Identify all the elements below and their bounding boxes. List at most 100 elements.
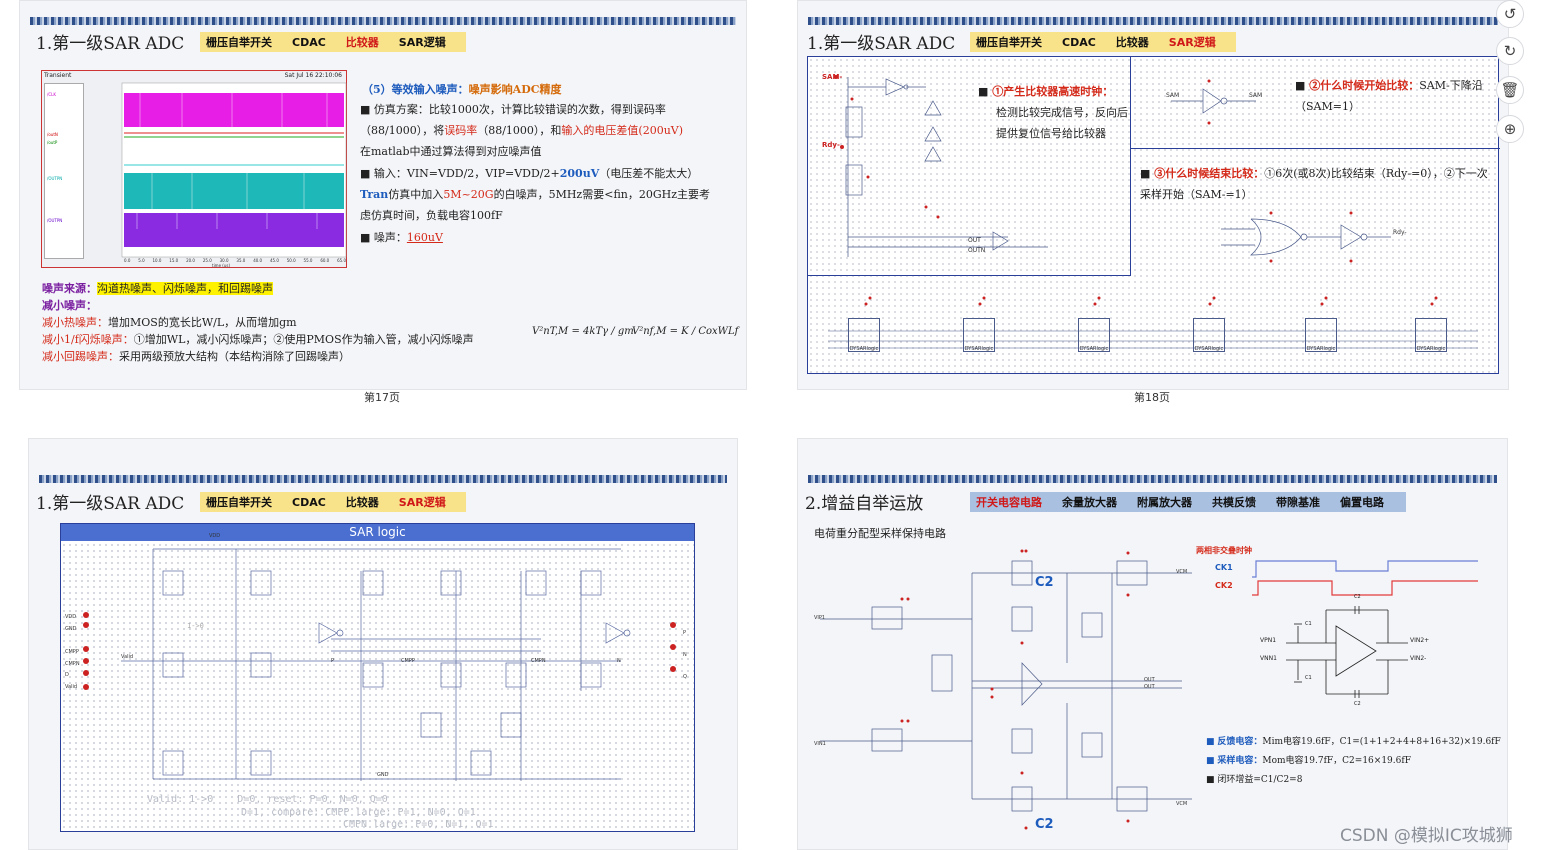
inverter-drawing: SAM SAM	[1166, 79, 1262, 125]
slide-title: 1.第一级SAR ADC	[36, 34, 185, 54]
page-label-17: 第17页	[364, 391, 400, 404]
reduce-thermal: 减小热噪声：增加MOS的宽长比W/L，从而增加gm	[42, 315, 297, 331]
clock-waveforms	[1252, 560, 1478, 596]
tag-sar-logic: SAR逻辑	[1168, 36, 1216, 49]
page-label-18: 第18页	[1134, 391, 1170, 404]
noise-value: 160uV	[406, 231, 443, 244]
pin-p: P	[683, 630, 687, 636]
slide-20[interactable]: 2.增益自举运放 开关电容电路 余量放大器 附属放大器 共模反馈 带隙基准 偏置…	[797, 438, 1508, 850]
text: Tran	[360, 188, 389, 201]
slide-header-bar	[808, 475, 1497, 483]
tag-comparator: 比较器	[345, 496, 379, 509]
slide-17[interactable]: 1.第一级SAR ADC 栅压自举开关 CDAC 比较器 SAR逻辑 Trans…	[19, 0, 747, 390]
text: Mom电容19.7fF，C2=16×19.6fF	[1262, 756, 1411, 766]
xtick: 15.0	[169, 258, 179, 263]
text: 减小回踢噪声：	[42, 350, 119, 363]
net-cmpp: CMPP	[401, 658, 415, 664]
net-out: OUT	[1144, 677, 1155, 683]
item-title: ②什么时候开始比较：	[1295, 79, 1419, 92]
net-gnd: GND	[377, 772, 389, 778]
dysar-wires	[828, 296, 1478, 349]
bullet-sample-cap: ■ 采样电容：Mom电容19.7fF，C2=16×19.6fF	[1206, 756, 1411, 766]
tag-sar-logic: SAR逻辑	[398, 36, 446, 49]
formula-thermal: V²nT,M = 4kTγ / gm	[532, 326, 634, 337]
sch-label-outn: OUTN	[968, 247, 985, 254]
text: 采样电容：	[1217, 756, 1263, 766]
slide-tag-bar: 栅压自举开关 CDAC 比较器 SAR逻辑	[200, 492, 466, 512]
item-title: ③什么时候结束比较：	[1140, 167, 1264, 180]
net-n: N	[617, 658, 621, 664]
tag-aux-amp: 附属放大器	[1137, 496, 1192, 509]
section-subtitle: 电荷重分配型采样保持电路	[814, 527, 946, 540]
text: 5M~20G	[443, 188, 494, 201]
tag-bandgap: 带隙基准	[1276, 496, 1320, 509]
xtick: 20.0	[186, 258, 195, 263]
text: 沟道热噪声、闪烁噪声，和回踢噪声	[97, 282, 273, 295]
bullet-feedback-cap: ■ 反馈电容：Mim电容19.6fF，C1=(1+1+2+4+8+16+32)×…	[1206, 737, 1501, 747]
note-reset: Valid: 1->0 D=0, reset: P=0, N=0, Q=0	[147, 794, 388, 805]
trash-icon[interactable]: 🗑	[1496, 76, 1524, 104]
text: （电压差不能太大）	[599, 167, 699, 180]
plot-waveforms	[121, 82, 347, 258]
slide-19[interactable]: 1.第一级SAR ADC 栅压自举开关 CDAC 比较器 SAR逻辑 SAR l…	[28, 438, 738, 850]
xtick: 60.0	[320, 258, 330, 263]
item-title: ①产生比较器高速时钟：	[978, 81, 1128, 102]
net-p: P	[331, 658, 335, 664]
plot-x-ticks: 0.0 5.0 10.0 15.0 20.0 25.0 30.0 35.0 40…	[124, 258, 346, 263]
watermark: CSDN @模拟IC攻城狮	[1340, 826, 1513, 846]
bullet-gain: ■ 闭环增益=C1/C2=8	[1206, 775, 1303, 785]
panel-title: SAR logic	[61, 524, 694, 541]
tag-cmfb: 共模反馈	[1212, 496, 1256, 509]
tag-comparator: 比较器	[345, 36, 379, 49]
pin-list-right: P N Q	[683, 622, 687, 688]
item-body: 检测比较完成信号，反向后提供复位信号给比较器	[996, 106, 1128, 140]
noise-heading-prefix: （5）等效输入噪声：	[362, 83, 469, 96]
refresh-icon[interactable]: ↺	[1496, 0, 1524, 28]
text: 仿真中加入	[388, 188, 444, 201]
net-transition: 1->0	[187, 622, 204, 630]
dysar-chain: DYSARlogic DYSARlogic DYSARlogic DYSARlo…	[808, 276, 1500, 375]
pin-cmpp: CMPP	[65, 649, 79, 655]
undo-icon[interactable]: ↻	[1496, 37, 1524, 65]
slide-18[interactable]: 1.第一级SAR ADC 栅压自举开关 CDAC 比较器 SAR逻辑 SAM- …	[797, 0, 1509, 390]
sch-label-sam-in: SAM	[1166, 92, 1179, 99]
cap-label-c2-bottom: C2	[1035, 817, 1054, 832]
text: （88/1000），和	[477, 124, 562, 137]
text: 采用两级预放大结构（本结构消除了回踢噪声）	[119, 350, 350, 363]
transient-plot: Transient Sat Jul 16 22:10:06 /CLK /outN…	[41, 70, 347, 268]
plot-xlabel: time (us)	[212, 263, 231, 268]
xtick: 25.0	[202, 258, 212, 263]
bullet-input: 输入：VIN=VDD/2，VIP=VDD/2+200uV（电压差不能太大） Tra…	[360, 163, 715, 226]
sch-label-rdy: Rdy-	[822, 141, 840, 149]
noise-heading-suffix: 噪声影响ADC精度	[468, 83, 562, 96]
xtick: 50.0	[286, 258, 296, 263]
tag-cdac: CDAC	[1062, 35, 1096, 49]
reduce-flicker: 减小1/f闪烁噪声：①增加WL，减小闪烁噪声；②使用PMOS作为输入管，减小闪烁…	[42, 332, 474, 348]
net-vdd: VDD	[209, 533, 221, 539]
item-start-compare: ②什么时候开始比较：SAM-下降沿（SAM=1）	[1295, 75, 1495, 117]
plus-icon[interactable]: ⊕	[1496, 115, 1524, 143]
nor-gate-drawing: Rdy-	[1221, 211, 1407, 263]
slide-header-bar	[30, 17, 736, 25]
noise-heading: （5）等效输入噪声：噪声影响ADC精度	[362, 79, 732, 100]
slide-header-bar	[39, 475, 727, 483]
item-high-speed-clock: ①产生比较器高速时钟： 检测比较完成信号，反向后提供复位信号给比较器	[978, 81, 1128, 144]
tag-bootstrap: 栅压自举开关	[206, 36, 272, 49]
text: 减小热噪声：	[42, 316, 108, 329]
text: 反馈电容：	[1217, 737, 1263, 747]
xtick: 65.0	[337, 258, 346, 263]
net-vcm-bottom: VCM	[1176, 801, 1188, 807]
text: 200uV	[559, 167, 600, 180]
xtick: 45.0	[269, 258, 279, 263]
net-vcm-top: VCM	[1176, 569, 1188, 575]
note-cmpn: CMPN large: P=0, N=1, Q=1	[343, 819, 494, 830]
slide-tag-bar: 开关电容电路 余量放大器 附属放大器 共模反馈 带隙基准 偏置电路	[970, 492, 1406, 512]
tag-sar-logic: SAR逻辑	[398, 496, 446, 509]
opamp-vin2p: VIN2+	[1410, 637, 1430, 644]
slide-title: 1.第一级SAR ADC	[36, 494, 185, 514]
text: 噪声来源：	[42, 282, 97, 295]
text: 输入：VIN=VDD/2，VIP=VDD/2+	[373, 167, 560, 180]
sample-hold-schematic	[820, 549, 1192, 830]
xtick: 40.0	[253, 258, 263, 263]
text: 增加MOS的宽长比W/L，从而增加gm	[108, 316, 297, 329]
